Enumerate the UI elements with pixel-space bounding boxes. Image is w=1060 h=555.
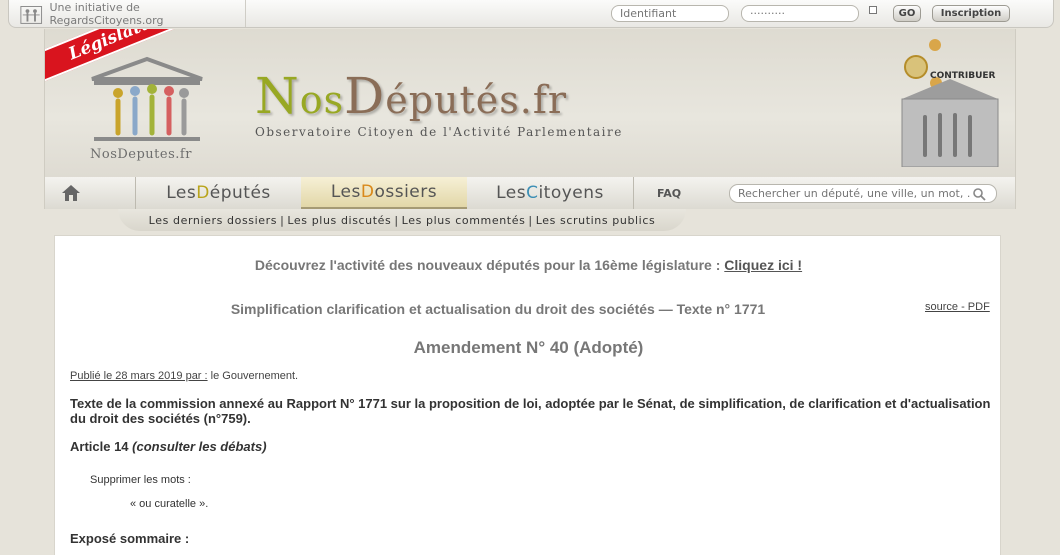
logo-caption: NosDeputes.fr [90,147,192,162]
subnav-item-scrutins[interactable]: Les scrutins publics [536,214,656,227]
password-input[interactable] [741,5,859,22]
tab-citoyens[interactable]: Les Citoyens [467,177,633,209]
text-reference: Texte de la commission annexé au Rapport… [70,396,991,426]
tab-deputes[interactable]: Les Députés [136,177,301,209]
home-icon [62,185,80,201]
site-subtitle: Observatoire Citoyen de l'Activité Parle… [255,125,623,139]
regardscitoyens-logo-icon [20,5,43,24]
dossier-title[interactable]: Simplification clarification et actualis… [55,301,941,317]
amendment-title: Amendement N° 40 (Adopté) [413,338,644,357]
site-header: Législature 2017-2022 NosDeputes.fr NosD… [44,29,1016,177]
initiative-link[interactable]: Une initiative de RegardsCitoyens.org [9,0,246,27]
debates-link[interactable]: (consulter les débats) [132,439,266,454]
article-heading: Article 14 (consulter les débats) [70,439,267,454]
contribute-label: CONTRIBUER [930,71,996,81]
search-icon[interactable] [972,187,986,201]
amendment-line-1: Supprimer les mots : [90,474,191,486]
source-pdf-link[interactable]: source - PDF [925,301,990,313]
search-box [729,184,997,203]
site-title[interactable]: NosDéputés.fr [255,67,567,125]
published-date-link[interactable]: Publié le 28 mars 2019 par : [70,370,208,382]
published-info: Publié le 28 mars 2019 par : le Gouverne… [70,370,299,382]
remember-checkbox[interactable] [869,6,877,14]
notice-link[interactable]: Cliquez ici ! [724,257,802,273]
legislature-notice: Découvrez l'activité des nouveaux député… [254,257,803,273]
sub-nav: Les derniers dossiers | Les plus discutés… [118,209,686,231]
go-button[interactable]: GO [893,5,921,22]
subnav-item-commentes[interactable]: Les plus commentés [402,214,526,227]
contribute-icon[interactable]: CONTRIBUER [900,37,1000,167]
expose-heading: Exposé sommaire : [70,531,190,546]
home-button[interactable] [45,177,97,209]
amendment-line-2: « ou curatelle ». [130,498,209,510]
initiative-text: Une initiative de RegardsCitoyens.org [49,0,164,27]
main-nav: Les Députés Les Dossiers Les Citoyens FA… [44,177,1016,209]
top-bar: Une initiative de RegardsCitoyens.org GO… [8,0,1054,28]
faq-link[interactable]: FAQ [657,177,681,209]
signup-button[interactable]: Inscription [932,5,1010,22]
subnav-item-derniers[interactable]: Les derniers dossiers [149,214,277,227]
login-input[interactable] [611,5,729,22]
main-content: Découvrez l'activité des nouveaux député… [54,235,1001,555]
subnav-item-discutes[interactable]: Les plus discutés [287,214,391,227]
tab-dossiers[interactable]: Les Dossiers [301,177,467,209]
search-input[interactable] [730,187,970,200]
